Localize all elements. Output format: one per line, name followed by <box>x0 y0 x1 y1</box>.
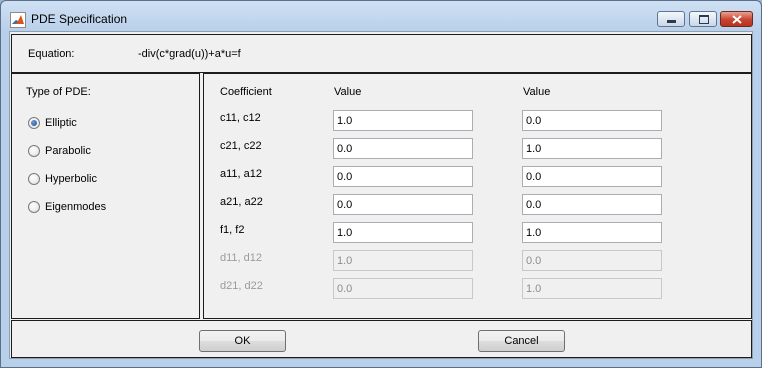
equation-label: Equation: <box>28 48 75 60</box>
radio-label[interactable]: Elliptic <box>45 117 77 129</box>
pde-type-panel: Type of PDE: Elliptic Parabolic Hyperbol… <box>11 73 200 319</box>
equation-panel: Equation: -div(c*grad(u))+a*u=f <box>11 34 752 73</box>
equation-value: -div(c*grad(u))+a*u=f <box>138 48 241 60</box>
radio-button[interactable] <box>28 173 40 185</box>
coef-name-c11-c12: c11, c12 <box>220 112 261 124</box>
minimize-button[interactable] <box>657 11 685 27</box>
maximize-icon <box>699 15 709 24</box>
title-bar[interactable]: PDE Specification <box>1 1 761 31</box>
c12-field[interactable]: 0.0 <box>522 110 662 131</box>
f1-field[interactable]: 1.0 <box>333 222 473 243</box>
c21-field[interactable]: 0.0 <box>333 138 473 159</box>
maximize-button[interactable] <box>689 11 717 27</box>
coef-name-f1-f2: f1, f2 <box>220 224 245 236</box>
close-button[interactable] <box>720 11 753 27</box>
d12-field: 0.0 <box>522 250 662 271</box>
c11-field[interactable]: 1.0 <box>333 110 473 131</box>
coef-name-a21-a22: a21, a22 <box>220 196 263 208</box>
f2-field[interactable]: 1.0 <box>522 222 662 243</box>
coefficient-header: Coefficient <box>220 86 272 98</box>
radio-label[interactable]: Eigenmodes <box>45 201 106 213</box>
coef-name-a11-a12: a11, a12 <box>220 168 263 180</box>
coefficients-panel: Coefficient Value Value c11, c12 1.0 0.0… <box>203 73 752 319</box>
radio-button[interactable] <box>28 145 40 157</box>
coef-name-d11-d12: d11, d12 <box>220 252 263 264</box>
value-header-1: Value <box>334 86 362 98</box>
ok-button[interactable]: OK <box>199 330 286 352</box>
dialog-body: Equation: -div(c*grad(u))+a*u=f Type of … <box>9 31 753 359</box>
d22-field: 1.0 <box>522 278 662 299</box>
minimize-icon <box>667 20 676 23</box>
window-title: PDE Specification <box>31 12 128 26</box>
cancel-button[interactable]: Cancel <box>478 330 565 352</box>
d21-field: 0.0 <box>333 278 473 299</box>
coef-name-c21-c22: c21, c22 <box>220 140 262 152</box>
radio-label[interactable]: Parabolic <box>45 145 91 157</box>
matlab-logo-icon <box>10 12 26 28</box>
pde-type-label: Type of PDE: <box>26 86 91 98</box>
coef-name-d21-d22: d21, d22 <box>220 280 263 292</box>
a22-field[interactable]: 0.0 <box>522 194 662 215</box>
close-icon <box>732 15 742 24</box>
a21-field[interactable]: 0.0 <box>333 194 473 215</box>
a11-field[interactable]: 0.0 <box>333 166 473 187</box>
button-panel: OK Cancel <box>11 320 752 358</box>
a12-field[interactable]: 0.0 <box>522 166 662 187</box>
pde-specification-window: PDE Specification Equation: -div(c*grad(… <box>0 0 762 368</box>
radio-button[interactable] <box>28 117 40 129</box>
radio-button[interactable] <box>28 201 40 213</box>
value-header-2: Value <box>523 86 551 98</box>
radio-label[interactable]: Hyperbolic <box>45 173 97 185</box>
d11-field: 1.0 <box>333 250 473 271</box>
c22-field[interactable]: 1.0 <box>522 138 662 159</box>
